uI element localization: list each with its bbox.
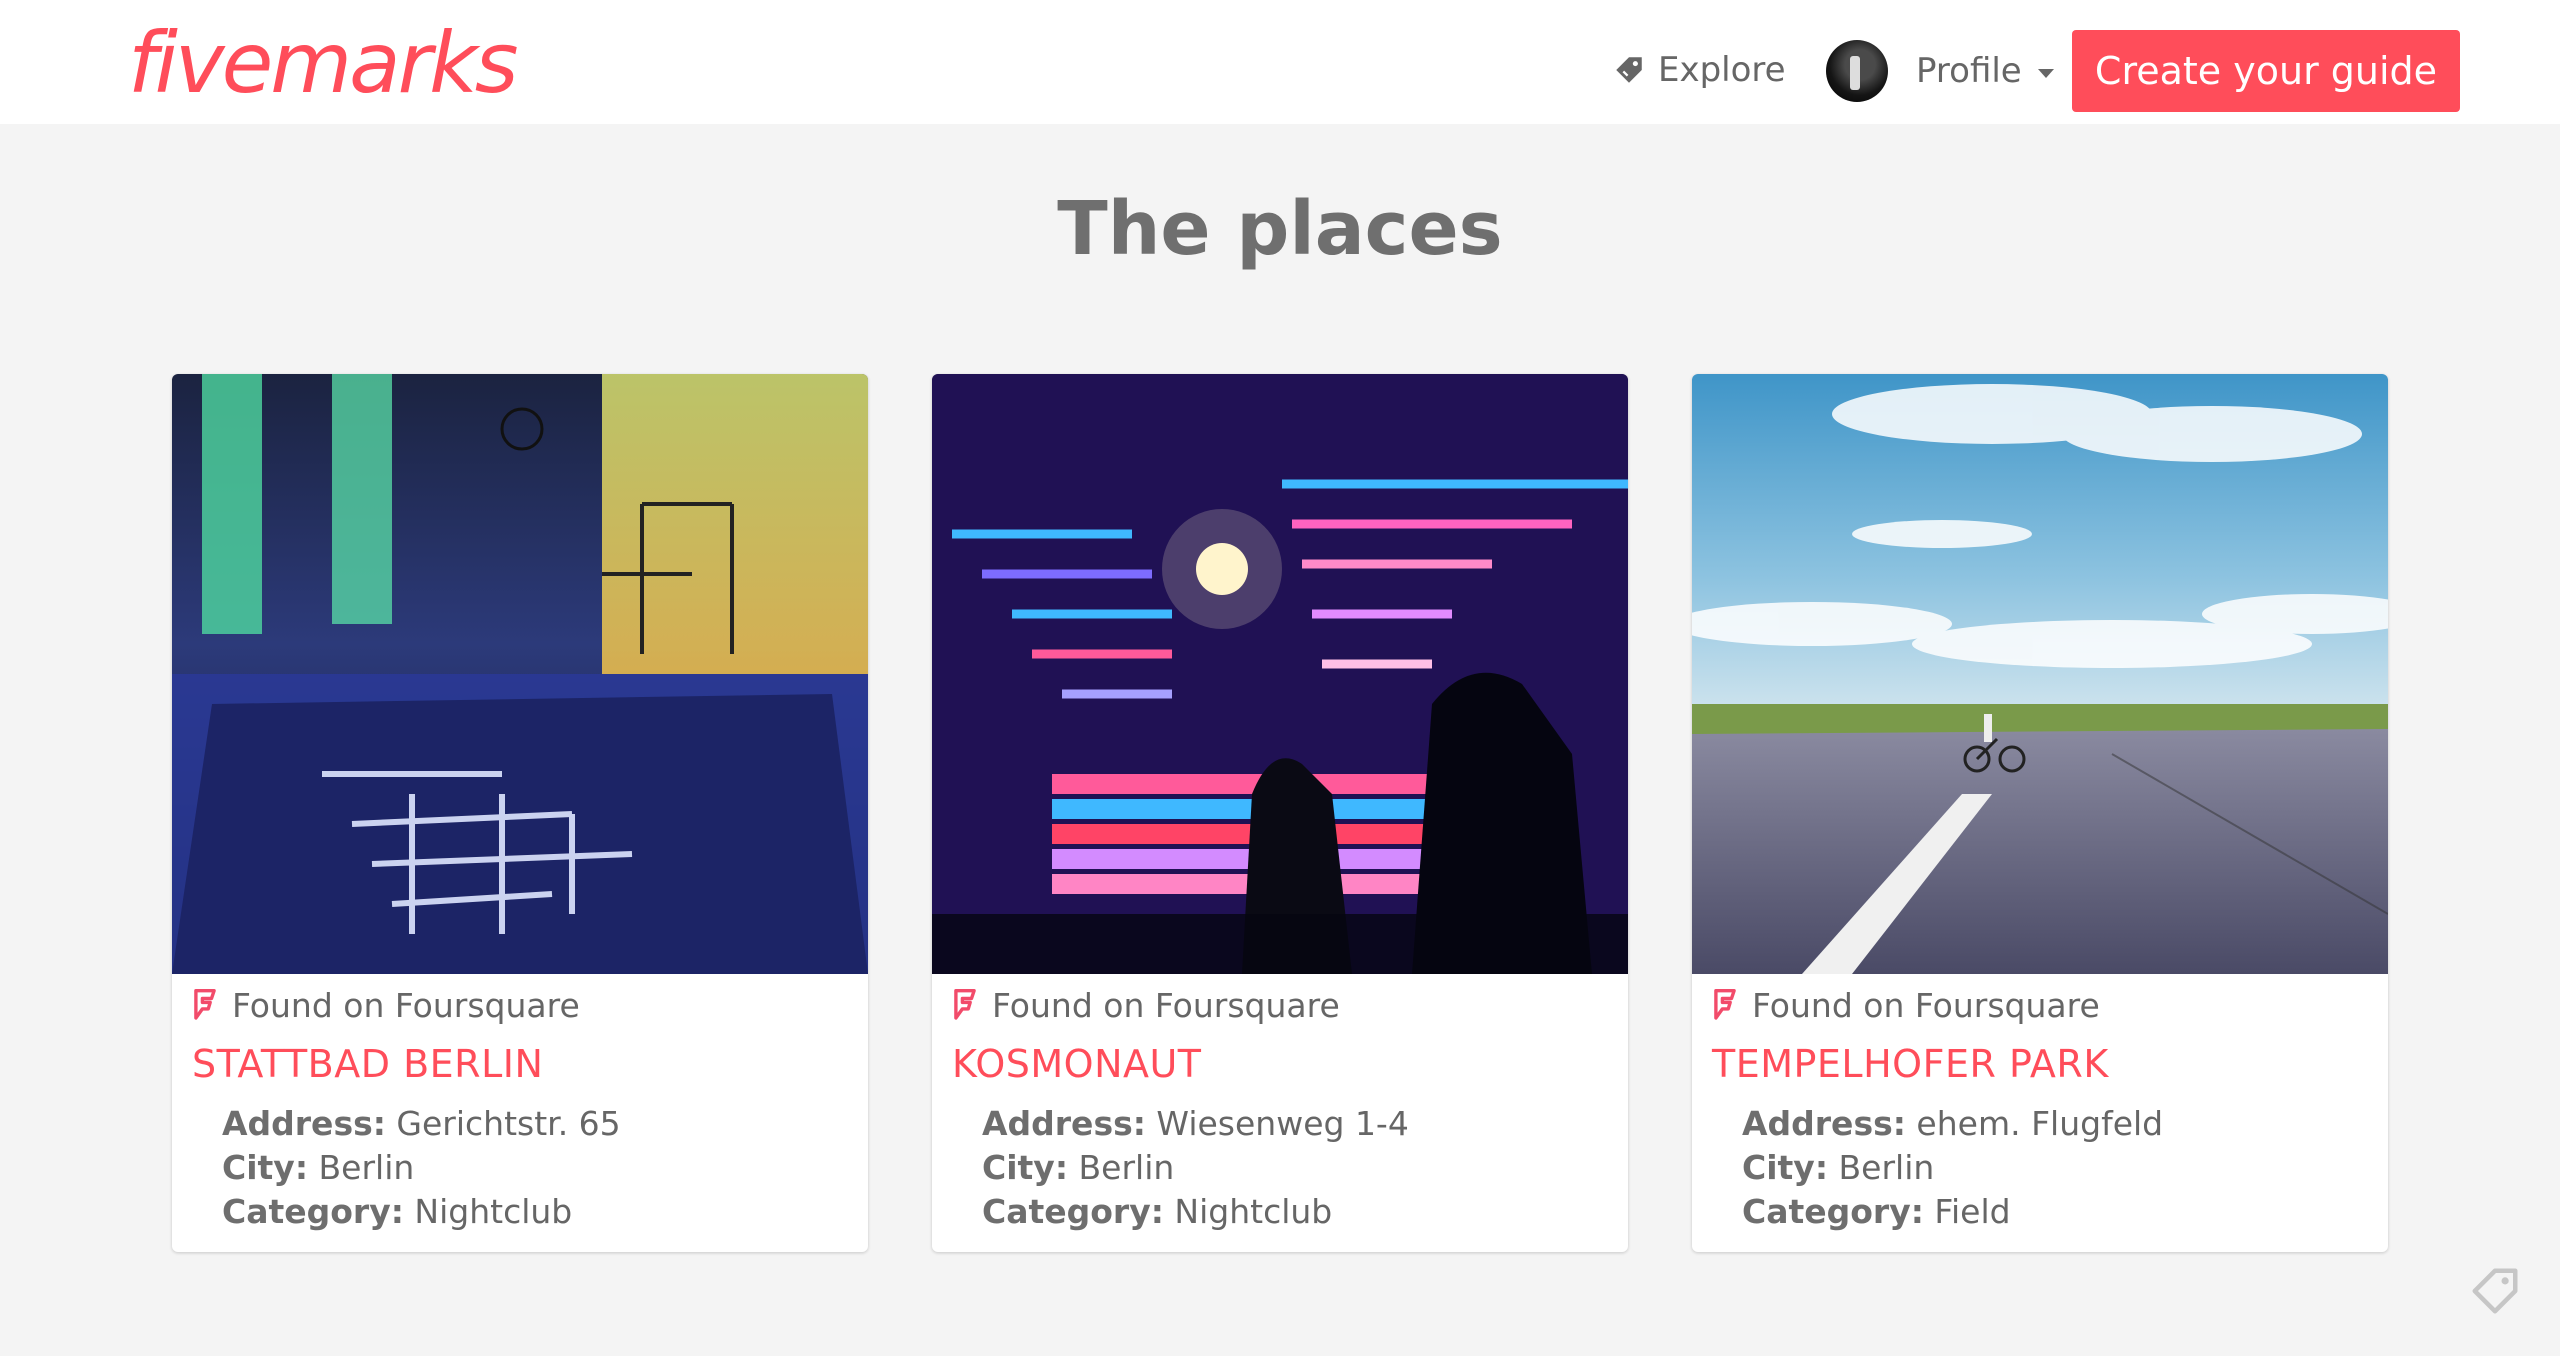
category-row: Category: Field	[1742, 1192, 2011, 1231]
city-value: Berlin	[1078, 1148, 1175, 1187]
category-label: Category:	[982, 1192, 1164, 1231]
foursquare-icon	[1714, 989, 1736, 1020]
source-attribution: Found on Foursquare	[952, 980, 1340, 1030]
create-guide-button[interactable]: Create your guide	[2072, 30, 2460, 112]
place-photo	[1692, 374, 2388, 974]
foursquare-icon	[954, 989, 976, 1020]
place-photo	[932, 374, 1628, 974]
tag-icon[interactable]	[2468, 1264, 2522, 1318]
address-value: Gerichtstr. 65	[396, 1104, 621, 1143]
city-value: Berlin	[1838, 1148, 1935, 1187]
fivemarks-logo[interactable]: fivemarks	[128, 8, 519, 118]
place-name[interactable]: KOSMONAUT	[952, 1042, 1202, 1086]
address-label: Address:	[982, 1104, 1146, 1143]
address-value: Wiesenweg 1-4	[1156, 1104, 1409, 1143]
category-value: Nightclub	[414, 1192, 573, 1231]
place-card[interactable]: Found on Foursquare STATTBAD BERLIN Addr…	[172, 374, 868, 1252]
category-value: Field	[1934, 1192, 2011, 1231]
category-row: Category: Nightclub	[982, 1192, 1332, 1231]
city-label: City:	[1742, 1148, 1829, 1187]
source-attribution: Found on Foursquare	[1712, 980, 2100, 1030]
source-label: Found on Foursquare	[992, 985, 1340, 1025]
city-value: Berlin	[318, 1148, 415, 1187]
source-label: Found on Foursquare	[1752, 985, 2100, 1025]
place-card[interactable]: Found on Foursquare TEMPELHOFER PARK Add…	[1692, 374, 2388, 1252]
category-label: Category:	[222, 1192, 404, 1231]
profile-label: Profile	[1916, 51, 2022, 91]
source-attribution: Found on Foursquare	[192, 980, 580, 1030]
city-row: City: Berlin	[1742, 1148, 1934, 1187]
explore-nav-link[interactable]: Explore	[1612, 40, 1786, 100]
category-value: Nightclub	[1174, 1192, 1333, 1231]
city-row: City: Berlin	[222, 1148, 414, 1187]
category-row: Category: Nightclub	[222, 1192, 572, 1231]
address-label: Address:	[222, 1104, 386, 1143]
address-label: Address:	[1742, 1104, 1906, 1143]
city-row: City: Berlin	[982, 1148, 1174, 1187]
place-name[interactable]: TEMPELHOFER PARK	[1712, 1042, 2109, 1086]
tag-icon	[1616, 57, 1642, 83]
place-photo	[172, 374, 868, 974]
address-row: Address: Gerichtstr. 65	[222, 1104, 621, 1143]
page-title: The places	[1057, 186, 1503, 272]
category-label: Category:	[1742, 1192, 1924, 1231]
explore-label: Explore	[1658, 50, 1786, 90]
city-label: City:	[222, 1148, 309, 1187]
top-navigation-bar: fivemarks Explore Profile Create your gu…	[0, 0, 2560, 124]
address-row: Address: ehem. Flugfeld	[1742, 1104, 2163, 1143]
foursquare-icon	[194, 989, 216, 1020]
caret-down-icon	[2037, 68, 2054, 78]
city-label: City:	[982, 1148, 1069, 1187]
source-label: Found on Foursquare	[232, 985, 580, 1025]
profile-menu-toggle[interactable]: Profile	[1916, 40, 2054, 102]
place-card[interactable]: Found on Foursquare KOSMONAUT Address: W…	[932, 374, 1628, 1252]
place-name[interactable]: STATTBAD BERLIN	[192, 1042, 543, 1086]
avatar[interactable]	[1826, 40, 1888, 102]
address-row: Address: Wiesenweg 1-4	[982, 1104, 1409, 1143]
address-value: ehem. Flugfeld	[1916, 1104, 2164, 1143]
